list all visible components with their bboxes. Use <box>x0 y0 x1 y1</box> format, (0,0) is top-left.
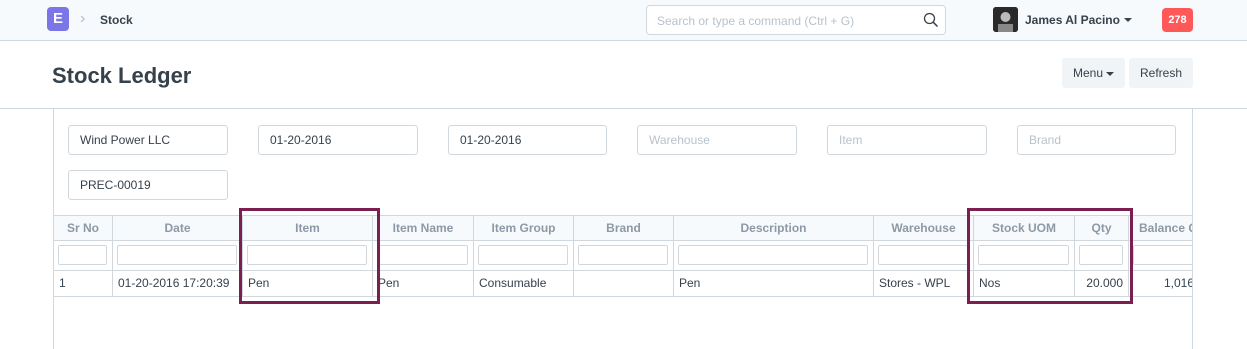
cell-date[interactable]: 01-20-2016 17:20:39 <box>113 271 243 296</box>
brand-filter[interactable]: Brand <box>1017 125 1176 155</box>
cell-balance-qty[interactable]: 1,016 <box>1129 271 1192 296</box>
to-date-filter[interactable]: 01-20-2016 <box>448 125 607 155</box>
search-input[interactable]: Search or type a command (Ctrl + G) <box>646 5 946 35</box>
cell-sr-no[interactable]: 1 <box>54 271 113 296</box>
notification-badge[interactable]: 278 <box>1162 8 1193 32</box>
cell-item-name[interactable]: Pen <box>373 271 474 296</box>
breadcrumb-stock[interactable]: Stock <box>100 12 133 28</box>
column-filter-description[interactable] <box>678 245 868 265</box>
column-filter-cell <box>1129 241 1192 270</box>
column-filter-cell <box>373 241 474 270</box>
warehouse-filter[interactable]: Warehouse <box>637 125 797 155</box>
column-filter-cell <box>474 241 574 270</box>
search-placeholder: Search or type a command (Ctrl + G) <box>657 14 855 28</box>
search-icon <box>923 12 939 28</box>
avatar[interactable] <box>993 7 1018 32</box>
voucher-no-filter[interactable]: PREC-00019 <box>68 170 228 200</box>
item-filter[interactable]: Item <box>827 125 987 155</box>
cell-item-group[interactable]: Consumable <box>474 271 574 296</box>
caret-down-icon[interactable] <box>1124 18 1132 22</box>
user-menu-name[interactable]: James Al Pacino <box>1025 12 1120 28</box>
column-header-sr-no[interactable]: Sr No <box>54 216 113 240</box>
page-title: Stock Ledger <box>52 63 192 88</box>
chevron-right-icon: › <box>80 10 86 27</box>
page-head: Stock Ledger Menu Refresh <box>0 41 1247 109</box>
item-column-highlight <box>239 208 380 304</box>
cell-brand[interactable] <box>574 271 674 296</box>
app-logo[interactable]: E <box>47 7 69 31</box>
menu-button-label: Menu <box>1072 66 1104 80</box>
column-filter-item-group[interactable] <box>478 245 568 265</box>
column-filter-brand[interactable] <box>578 245 668 265</box>
column-header-warehouse[interactable]: Warehouse <box>874 216 974 240</box>
column-filter-item-name[interactable] <box>377 245 468 265</box>
column-filter-balance-qty[interactable] <box>1133 245 1192 265</box>
column-header-item-name[interactable]: Item Name <box>373 216 474 240</box>
column-filter-cell <box>574 241 674 270</box>
uom-qty-columns-highlight <box>967 208 1133 304</box>
column-filter-cell <box>674 241 874 270</box>
navbar: E › Stock Search or type a command (Ctrl… <box>0 0 1247 41</box>
column-filter-sr-no[interactable] <box>58 245 107 265</box>
company-filter[interactable]: Wind Power LLC <box>68 125 228 155</box>
from-date-filter[interactable]: 01-20-2016 <box>258 125 418 155</box>
column-header-balance-qty[interactable]: Balance Qty <box>1129 216 1192 240</box>
column-filter-date[interactable] <box>117 245 237 265</box>
cell-warehouse[interactable]: Stores - WPL <box>874 271 974 296</box>
column-filter-cell <box>54 241 113 270</box>
cell-description[interactable]: Pen <box>674 271 874 296</box>
column-header-description[interactable]: Description <box>674 216 874 240</box>
menu-button[interactable]: Menu <box>1062 58 1125 88</box>
column-header-item-group[interactable]: Item Group <box>474 216 574 240</box>
column-filter-cell <box>874 241 974 270</box>
column-header-brand[interactable]: Brand <box>574 216 674 240</box>
caret-down-icon <box>1106 71 1115 76</box>
column-filter-cell <box>113 241 243 270</box>
column-header-date[interactable]: Date <box>113 216 243 240</box>
refresh-button[interactable]: Refresh <box>1129 58 1193 88</box>
column-filter-warehouse[interactable] <box>878 245 968 265</box>
